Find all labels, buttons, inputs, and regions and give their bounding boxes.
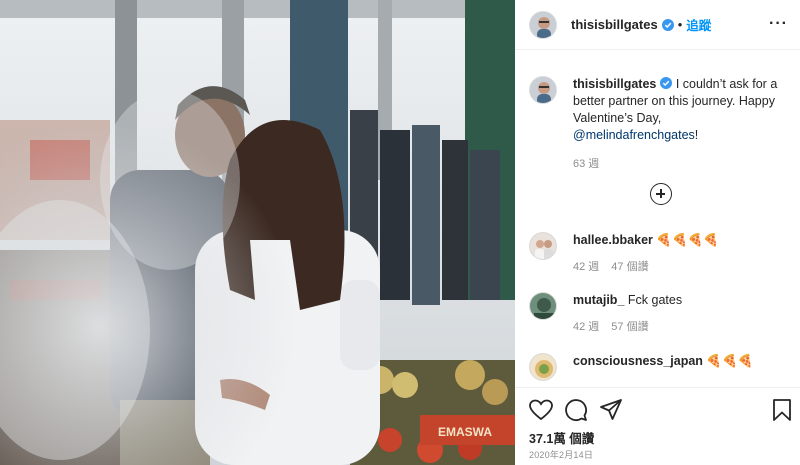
comment-body: mutajib_ Fck gates 42 週 57 個讚: [573, 292, 682, 336]
comment-meta: 42 週 47 個讚: [573, 259, 719, 276]
comment-body: hallee.bbaker 🍕🍕🍕🍕 42 週 47 個讚: [573, 232, 719, 276]
speech-bubble-icon[interactable]: [564, 398, 588, 422]
comment-avatar-image: [530, 293, 556, 319]
comment-avatar-image: [530, 354, 556, 380]
heart-icon[interactable]: [529, 399, 553, 421]
follow-button[interactable]: 追蹤: [686, 15, 711, 34]
comment-username[interactable]: consciousness_japan: [573, 354, 703, 368]
comment-avatar-image: [530, 233, 556, 259]
comment-item: hallee.bbaker 🍕🍕🍕🍕 42 週 47 個讚: [529, 232, 719, 276]
header-separator: •: [677, 17, 683, 32]
likes-count[interactable]: 37.1萬 個讚: [529, 428, 594, 447]
author-avatar[interactable]: [529, 10, 557, 39]
post-detail-panel: thisisbillgates • 追蹤 ··· thisisbillgates…: [515, 0, 800, 465]
comment-avatar[interactable]: [529, 353, 557, 381]
post-header: thisisbillgates • 追蹤 ···: [515, 0, 800, 50]
comment-username[interactable]: mutajib_: [573, 293, 624, 307]
stall-sign-text: EMASWA: [438, 425, 492, 439]
comment-meta: 42 週 57 個讚: [573, 319, 682, 336]
comment-likes[interactable]: 47 個讚: [611, 261, 648, 273]
bookmark-icon[interactable]: [772, 398, 792, 422]
comments-list[interactable]: thisisbillgates I couldn’t ask for a bet…: [515, 50, 800, 387]
comment-username[interactable]: hallee.bbaker: [573, 233, 653, 247]
more-options-icon[interactable]: ···: [769, 15, 788, 33]
comment-likes[interactable]: 57 個讚: [611, 321, 648, 333]
load-more-comments-icon[interactable]: [650, 183, 672, 205]
caption-verified-badge-icon: [660, 77, 673, 89]
comment-item: consciousness_japan 🍕🍕🍕: [529, 353, 753, 381]
author-avatar-image: [530, 11, 556, 38]
comment-body: consciousness_japan 🍕🍕🍕: [573, 353, 753, 381]
caption-username[interactable]: thisisbillgates: [573, 77, 656, 91]
author-username[interactable]: thisisbillgates: [571, 17, 658, 32]
verified-badge-icon: [661, 18, 674, 31]
comment-age: 42 週: [573, 261, 600, 273]
comment-text: 🍕🍕🍕: [702, 354, 754, 368]
post-photo[interactable]: EMASWA: [0, 0, 515, 465]
comment-text: 🍕🍕🍕🍕: [652, 233, 719, 247]
caption-avatar[interactable]: [529, 76, 557, 104]
caption-end: !: [694, 128, 699, 142]
post-actions: 37.1萬 個讚 2020年2月14日: [515, 387, 800, 465]
comment-avatar[interactable]: [529, 232, 557, 260]
post-date: 2020年2月14日: [529, 450, 594, 460]
caption-body: thisisbillgates I couldn’t ask for a bet…: [573, 76, 788, 173]
comment-age: 42 週: [573, 321, 600, 333]
post-photo-illustration: EMASWA: [0, 0, 515, 465]
post-caption: thisisbillgates I couldn’t ask for a bet…: [529, 76, 788, 173]
paper-plane-icon[interactable]: [599, 398, 623, 422]
caption-mention-link[interactable]: @melindafrenchgates: [573, 128, 695, 142]
comment-text: Fck gates: [624, 293, 683, 307]
comment-item: mutajib_ Fck gates 42 週 57 個讚: [529, 292, 682, 336]
caption-age: 63 週: [573, 158, 600, 170]
caption-avatar-image: [530, 77, 556, 103]
comment-avatar[interactable]: [529, 292, 557, 320]
